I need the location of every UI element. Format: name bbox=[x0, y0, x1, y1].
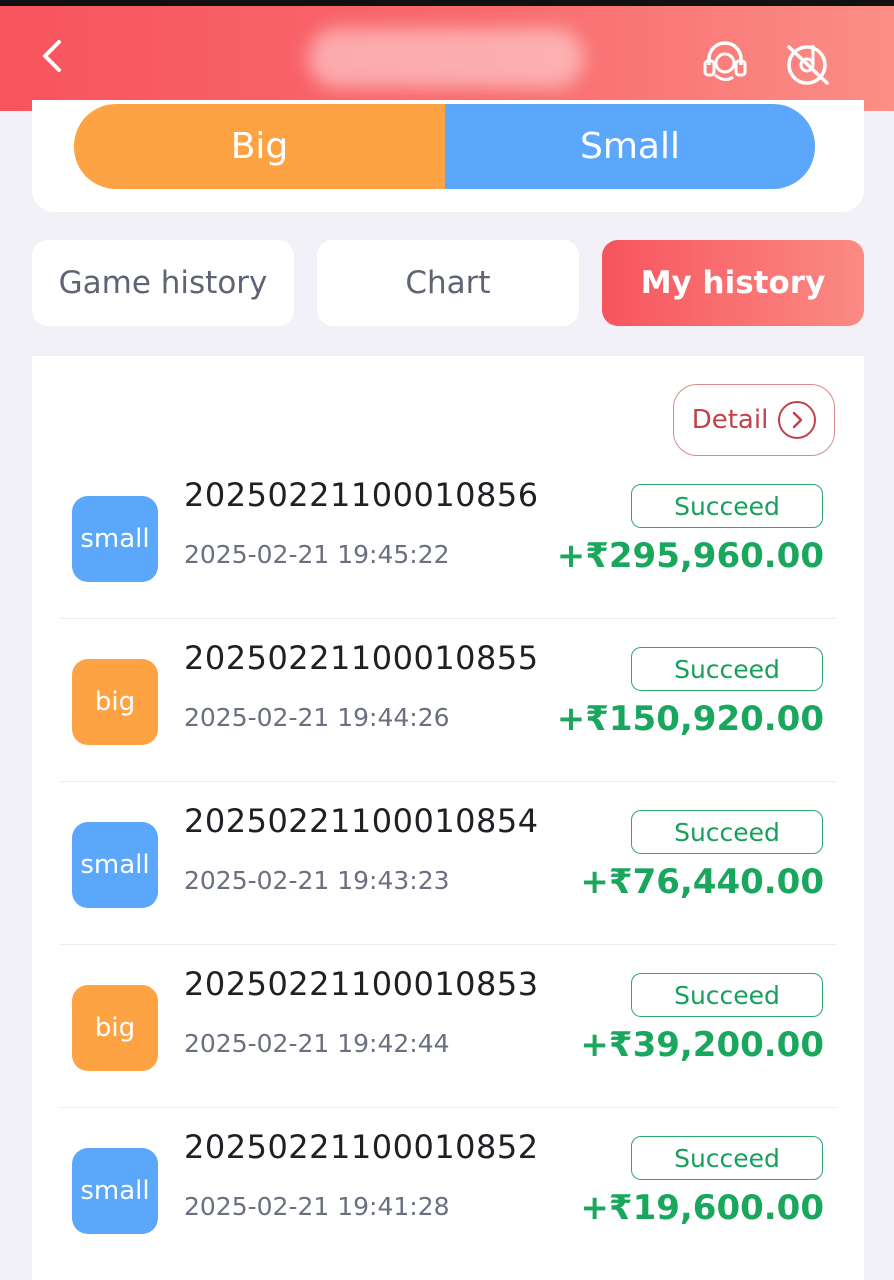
tab-my-history[interactable]: My history bbox=[602, 240, 864, 326]
history-row[interactable]: big 20250221100010853 2025-02-21 19:42:4… bbox=[60, 945, 836, 1108]
status-badge: Succeed bbox=[631, 810, 823, 854]
bet-big-button[interactable]: Big bbox=[74, 104, 445, 189]
issue-number: 20250221100010852 bbox=[184, 1128, 539, 1166]
sound-toggle-button[interactable] bbox=[780, 36, 834, 90]
tab-game-history[interactable]: Game history bbox=[32, 240, 294, 326]
bet-time: 2025-02-21 19:41:28 bbox=[184, 1192, 450, 1221]
win-amount: +₹39,200.00 bbox=[580, 1025, 824, 1065]
history-row[interactable]: big 20250221100010855 2025-02-21 19:44:2… bbox=[60, 619, 836, 782]
status-badge: Succeed bbox=[631, 484, 823, 528]
bet-size-toggle: Big Small bbox=[74, 104, 815, 189]
app-logo bbox=[308, 28, 584, 88]
detail-label: Detail bbox=[691, 405, 769, 435]
status-badge: Succeed bbox=[631, 973, 823, 1017]
customer-support-button[interactable] bbox=[698, 36, 752, 90]
history-row[interactable]: small 20250221100010852 2025-02-21 19:41… bbox=[60, 1108, 836, 1271]
bet-badge: small bbox=[72, 822, 158, 908]
top-app-bar bbox=[0, 0, 894, 111]
bet-time: 2025-02-21 19:43:23 bbox=[184, 866, 450, 895]
sound-off-icon bbox=[787, 45, 829, 85]
chevron-left-icon bbox=[43, 40, 61, 72]
bet-time: 2025-02-21 19:44:26 bbox=[184, 703, 450, 732]
win-amount: +₹150,920.00 bbox=[556, 699, 824, 739]
status-badge: Succeed bbox=[631, 647, 823, 691]
bet-badge: small bbox=[72, 1148, 158, 1234]
bet-time: 2025-02-21 19:45:22 bbox=[184, 540, 450, 569]
issue-number: 20250221100010856 bbox=[184, 476, 539, 514]
bet-badge: big bbox=[72, 659, 158, 745]
history-row[interactable]: small 20250221100010856 2025-02-21 19:45… bbox=[60, 456, 836, 619]
history-row[interactable]: small 20250221100010854 2025-02-21 19:43… bbox=[60, 782, 836, 945]
win-amount: +₹76,440.00 bbox=[580, 862, 824, 902]
tab-chart[interactable]: Chart bbox=[317, 240, 579, 326]
bet-badge: small bbox=[72, 496, 158, 582]
headset-icon bbox=[703, 41, 747, 82]
issue-number: 20250221100010854 bbox=[184, 802, 539, 840]
back-button[interactable] bbox=[30, 34, 74, 78]
issue-number: 20250221100010855 bbox=[184, 639, 539, 677]
status-badge: Succeed bbox=[631, 1136, 823, 1180]
detail-button[interactable]: Detail bbox=[673, 384, 835, 456]
bet-small-button[interactable]: Small bbox=[445, 104, 815, 189]
bet-time: 2025-02-21 19:42:44 bbox=[184, 1029, 450, 1058]
win-amount: +₹19,600.00 bbox=[580, 1188, 824, 1228]
chevron-right-circle-icon bbox=[778, 401, 817, 439]
bet-badge: big bbox=[72, 985, 158, 1071]
win-amount: +₹295,960.00 bbox=[556, 536, 824, 576]
issue-number: 20250221100010853 bbox=[184, 965, 539, 1003]
